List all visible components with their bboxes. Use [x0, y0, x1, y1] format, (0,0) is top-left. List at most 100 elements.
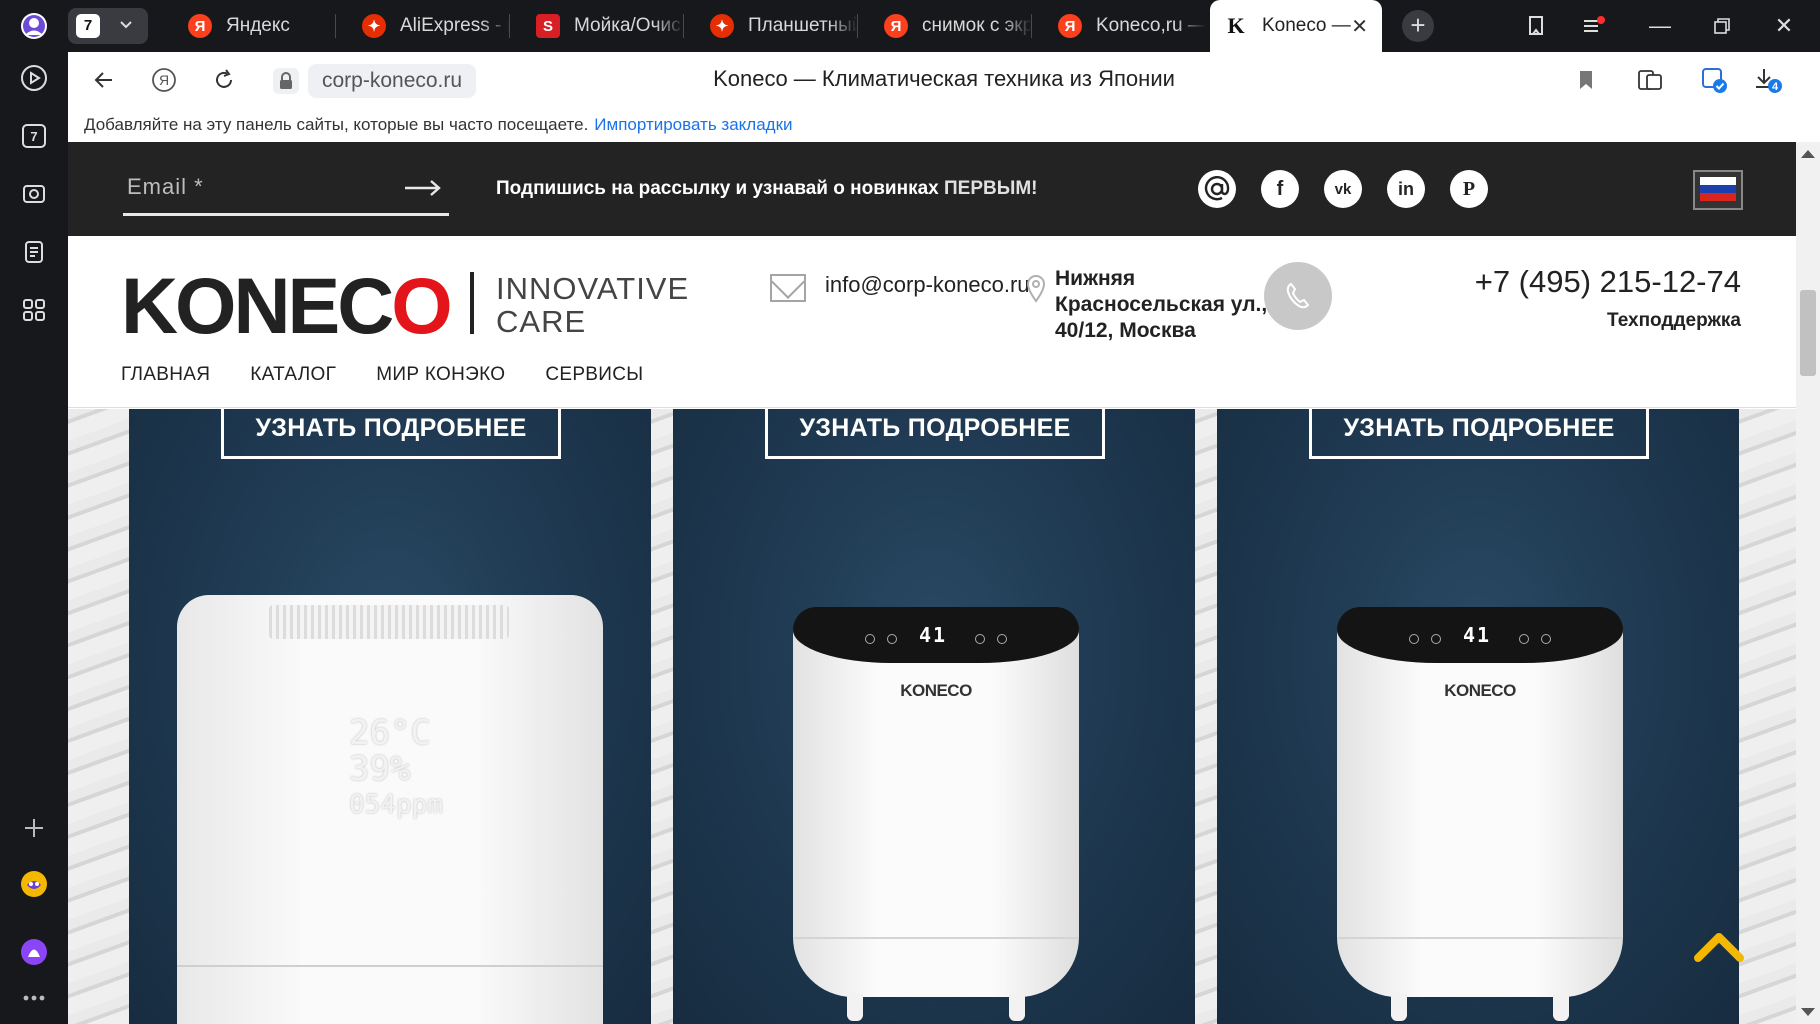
support-link[interactable]: Техподдержка [1607, 310, 1741, 332]
pinterest-icon[interactable]: P [1450, 170, 1488, 208]
game-icon[interactable] [14, 864, 54, 904]
product-card[interactable]: УЗНАТЬ ПОДРОБНЕЕ 26°C 39% 054ppm [129, 409, 651, 1024]
product-section: УЗНАТЬ ПОДРОБНЕЕ 26°C 39% 054ppm УЗНАТЬ … [68, 409, 1796, 1024]
arrow-right-icon [405, 180, 441, 196]
restore-icon[interactable] [1702, 8, 1742, 44]
page-viewport: Подпишись на рассылку и узнавай о новинк… [68, 142, 1796, 1024]
humidifier-image: 41 KONECO [793, 607, 1079, 1024]
scroll-up-icon[interactable] [1801, 150, 1815, 158]
learn-more-button[interactable]: УЗНАТЬ ПОДРОБНЕЕ [1309, 409, 1649, 459]
site-header: KONECO INNOVATIVE CARE info@corp-koneco.… [68, 236, 1796, 408]
dehumidifier-image: 26°C 39% 054ppm [177, 595, 603, 1024]
contact-address: Нижняя Красносельская ул., 40/12, Москва [1055, 267, 1268, 342]
humidifier-image: 41 KONECO [1337, 607, 1623, 1024]
vk-icon[interactable]: vk [1324, 170, 1362, 208]
product-card[interactable]: УЗНАТЬ ПОДРОБНЕЕ 41 KONECO [673, 409, 1195, 1024]
page-scrollbar[interactable] [1796, 142, 1820, 1024]
location-pin-icon [1025, 274, 1047, 309]
facebook-icon[interactable]: f [1261, 170, 1299, 208]
tab-screenshot[interactable]: Я снимок с экр [868, 6, 1032, 46]
tab-moyka[interactable]: S Мойка/Очис [520, 6, 684, 46]
minimize-icon[interactable]: — [1640, 8, 1680, 44]
alice-icon[interactable] [14, 932, 54, 972]
tab-group-button[interactable]: 7 [68, 8, 148, 44]
tab-koneco-active[interactable]: K Koneco — ✕ [1210, 0, 1382, 52]
profile-icon[interactable] [14, 6, 54, 46]
newsletter-submit-button[interactable] [401, 170, 445, 206]
newsletter-form [123, 162, 449, 216]
logo-divider [470, 272, 474, 334]
linkedin-icon[interactable]: in [1387, 170, 1425, 208]
extension-icon[interactable] [1694, 60, 1734, 100]
yandex-favicon-icon: Я [188, 14, 212, 38]
close-window-icon[interactable]: ✕ [1764, 8, 1804, 44]
bookmarks-hint: Добавляйте на эту панель сайты, которые … [84, 115, 589, 134]
scroll-down-icon[interactable] [1801, 1008, 1815, 1016]
tab-group-count: 7 [76, 14, 100, 38]
more-icon[interactable] [14, 978, 54, 1018]
scrollbar-thumb[interactable] [1800, 290, 1816, 376]
background-art [651, 409, 673, 1024]
import-bookmarks-link[interactable]: Импортировать закладки [594, 115, 792, 134]
tab-count-badge: 7 [30, 129, 37, 144]
address-bar: Я corp-koneco.ru Koneco — Климатическая … [68, 52, 1820, 108]
tab-aliexpress[interactable]: ✦ AliExpress - и [346, 6, 510, 46]
menu-item-services[interactable]: СЕРВИСЫ [545, 364, 643, 386]
add-icon[interactable] [14, 808, 54, 848]
yandex-favicon-icon: Я [1058, 14, 1082, 38]
learn-more-button[interactable]: УЗНАТЬ ПОДРОБНЕЕ [765, 409, 1105, 459]
koneco-favicon-icon: K [1227, 13, 1245, 38]
newsletter-highlight: ПЕРВЫМ! [944, 178, 1038, 199]
device-display: 41 [1463, 623, 1492, 647]
menu-item-world[interactable]: МИР КОНЭКО [376, 364, 505, 386]
learn-more-button[interactable]: УЗНАТЬ ПОДРОБНЕЕ [221, 409, 561, 459]
bookmarks-panel-icon[interactable] [1516, 8, 1556, 44]
background-art [68, 409, 129, 1024]
store-favicon-icon: S [536, 14, 560, 38]
main-menu: ГЛАВНАЯ КАТАЛОГ МИР КОНЭКО СЕРВИСЫ [121, 364, 643, 386]
menu-item-home[interactable]: ГЛАВНАЯ [121, 364, 210, 386]
close-tab-icon[interactable]: ✕ [1351, 14, 1368, 39]
device-display: 26°C 39% 054ppm [349, 713, 443, 820]
play-icon[interactable] [14, 58, 54, 98]
koneco-logo[interactable]: KONECO [121, 266, 453, 346]
newsletter-text: Подпишись на рассылку и узнавай о новинк… [496, 178, 1038, 199]
tab-yandex[interactable]: Я Яндекс [172, 6, 336, 46]
collections-icon[interactable] [14, 232, 54, 272]
browser-sidebar: 7 [0, 0, 68, 1024]
logo-red-o: O [391, 261, 452, 350]
tab-strip: 7 Я Яндекс ✦ AliExpress - и S Мойка/Очис… [68, 0, 1820, 52]
device-display: 41 [919, 623, 948, 647]
yandex-favicon-icon: Я [884, 14, 908, 38]
downloads-icon[interactable]: 4 [1748, 60, 1788, 100]
tab-koneco-search[interactable]: Я Koneco,ru — [1042, 6, 1206, 46]
newsletter-bar: Подпишись на рассылку и узнавай о новинк… [68, 142, 1796, 236]
contact-email-link[interactable]: info@corp-koneco.ru [825, 272, 1030, 298]
phone-icon[interactable] [1264, 262, 1332, 330]
downloads-badge: 4 [1772, 81, 1779, 93]
aliexpress-favicon-icon: ✦ [710, 14, 734, 38]
language-flag-ru[interactable] [1693, 170, 1743, 210]
screenshot-icon[interactable] [14, 174, 54, 214]
email-social-icon[interactable] [1198, 170, 1236, 208]
new-tab-button[interactable]: + [1402, 10, 1434, 42]
newsletter-email-input[interactable] [123, 162, 393, 212]
tab-label: Яндекс [226, 15, 290, 36]
bookmark-icon[interactable] [1566, 60, 1606, 100]
device-brand: KONECO [1444, 681, 1516, 700]
background-art [1195, 409, 1217, 1024]
menu-item-catalog[interactable]: КАТАЛОГ [250, 364, 336, 386]
contact-phone-link[interactable]: +7 (495) 215-12-74 [1475, 264, 1741, 300]
product-card[interactable]: УЗНАТЬ ПОДРОБНЕЕ 41 KONECO [1217, 409, 1739, 1024]
chevron-down-icon [118, 16, 134, 37]
reader-mode-icon[interactable] [1630, 60, 1670, 100]
scroll-to-top-icon[interactable] [1694, 930, 1744, 969]
device-brand: KONECO [900, 681, 972, 700]
bookmarks-bar: Добавляйте на эту панель сайты, которые … [68, 108, 1820, 142]
tab-counter-icon[interactable]: 7 [14, 116, 54, 156]
tab-planshet[interactable]: ✦ Планшетный [694, 6, 858, 46]
background-art [1739, 409, 1796, 1024]
apps-grid-icon[interactable] [14, 290, 54, 330]
page-title: Koneco — Климатическая техника из Японии [713, 66, 1175, 91]
menu-icon[interactable] [1574, 8, 1614, 44]
